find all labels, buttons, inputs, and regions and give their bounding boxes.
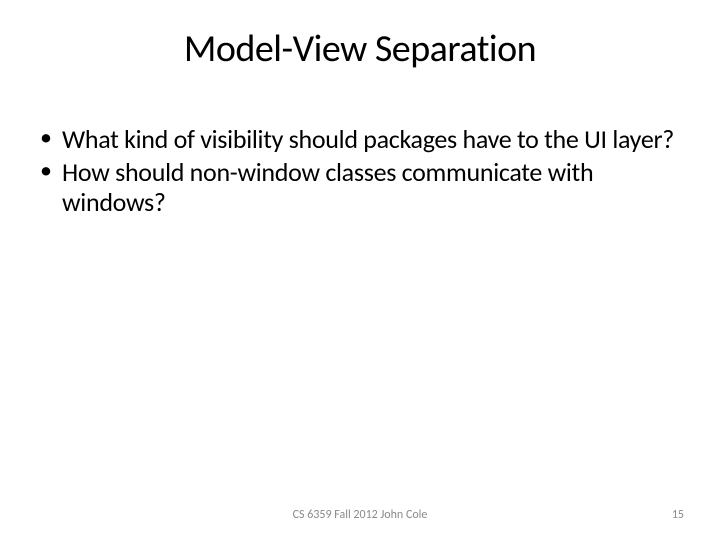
slide-content: What kind of visibility should packages … [36, 124, 684, 218]
footer-course-info: CS 6359 Fall 2012 John Cole [76, 508, 644, 522]
bullet-list: What kind of visibility should packages … [36, 124, 684, 218]
footer-page-number: 15 [644, 508, 684, 522]
slide-footer: CS 6359 Fall 2012 John Cole 15 [0, 508, 720, 522]
list-item: What kind of visibility should packages … [36, 124, 684, 155]
list-item: How should non-window classes communicat… [36, 157, 684, 218]
slide-title: Model-View Separation [36, 26, 684, 72]
slide: Model-View Separation What kind of visib… [0, 0, 720, 540]
